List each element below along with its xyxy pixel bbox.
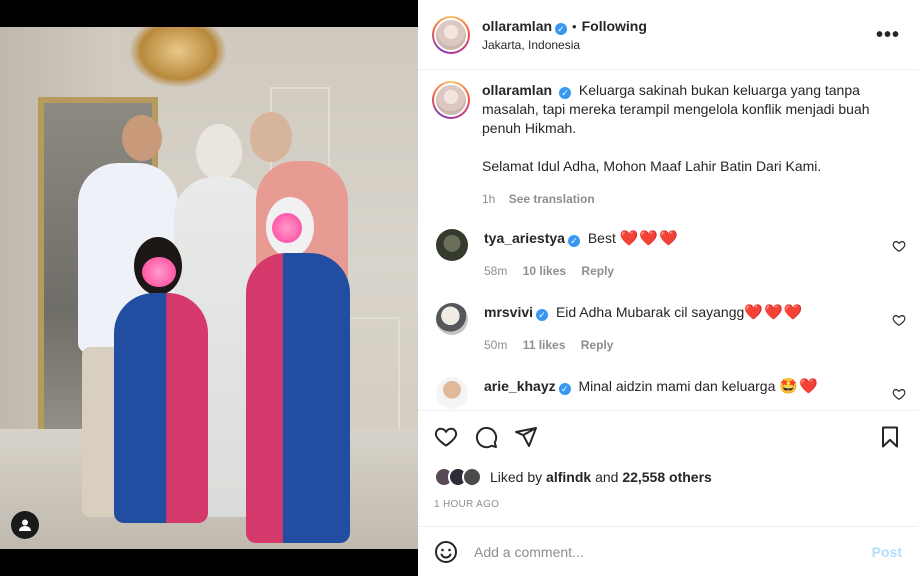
post-sidebar: ollaramlan ✓ • Following Jakarta, Indonesia… [418,0,918,576]
likes-count[interactable]: 22,558 others [622,469,712,485]
emoji-picker-icon[interactable] [434,540,458,564]
avatar [462,467,482,487]
comment-text: Best [587,230,616,246]
like-comment-heart-icon[interactable] [892,239,906,253]
comment-emoji: 🤩❤️ [779,378,819,395]
comment-username[interactable]: tya_ariestya [484,230,565,246]
post-comment-button[interactable]: Post [872,544,902,560]
post-header: ollaramlan ✓ • Following Jakarta, Indonesia… [418,0,918,70]
bookmark-save-icon[interactable] [878,425,902,449]
reply-button[interactable]: Reply [581,264,614,278]
person-daughter [114,293,208,523]
comment-likes[interactable]: 11 likes [523,338,566,352]
person-head [250,112,292,162]
reply-button[interactable]: Reply [581,338,614,352]
add-comment-bar: Post [418,526,918,576]
post-photo [0,27,418,549]
add-comment-input[interactable] [474,543,854,560]
likes-summary: Liked by alfindk and 22,558 others [434,467,712,487]
avatar[interactable] [432,81,470,119]
comment-text: Minal aidzin mami dan keluarga [578,378,776,394]
person-head [196,124,242,180]
separator-dot: • [572,18,577,34]
avatar[interactable] [436,303,468,335]
face-heart-sticker [272,213,302,243]
caption-username[interactable]: ollaramlan [482,82,552,98]
post-actions: Liked by alfindk and 22,558 others 1 HOU… [418,410,918,526]
verified-badge-icon: ✓ [536,309,549,321]
comment-username[interactable]: mrsvivi [484,304,533,320]
comment-item: tya_ariestya ✓ Best ❤️❤️❤️ 58m 10 likes R… [432,229,912,280]
like-comment-heart-icon[interactable] [892,387,906,401]
avatar[interactable] [432,15,470,54]
comment-item: mrsvivi ✓ Eid Adha Mubarak cil sayangg❤️❤… [432,303,912,354]
comment-time[interactable]: 50m [484,338,507,352]
comment-text: Eid Adha Mubarak cil sayangg [555,304,745,320]
verified-badge-icon: ✓ [567,235,580,247]
verified-badge-icon: ✓ [558,383,571,395]
more-options-icon[interactable]: ••• [876,24,900,47]
comment-bubble-icon[interactable] [474,425,498,449]
verified-badge-icon: ✓ [559,87,572,99]
face-heart-sticker [142,257,176,287]
liker-avatars[interactable] [434,467,482,487]
caption-time[interactable]: 1h [482,192,495,206]
person-head [122,115,162,161]
post-media[interactable] [0,0,418,576]
comment-username[interactable]: arie_khayz [484,378,556,394]
person-daughter [246,253,350,543]
comment-likes[interactable]: 10 likes [523,264,566,278]
post-timestamp[interactable]: 1 HOUR AGO [434,499,499,510]
avatar[interactable] [436,229,468,261]
liked-by-and: and [595,469,619,485]
photo-chandelier [130,27,226,87]
post-username[interactable]: ollaramlan [482,18,552,34]
comments-scroll-area[interactable]: ollaramlan ✓ Keluarga sakinah bukan kelua… [418,71,918,409]
caption-text-2: Selamat Idul Adha, Mohon Maaf Lahir Bati… [482,158,822,174]
following-button[interactable]: Following [582,18,647,34]
comment-item: arie_khayz ✓ Minal aidzin mami dan keluar… [432,377,912,409]
post-location[interactable]: Jakarta, Indonesia [482,38,647,52]
like-comment-heart-icon[interactable] [892,313,906,327]
comment-emoji: ❤️❤️❤️ [744,304,804,321]
share-send-icon[interactable] [514,425,538,449]
avatar[interactable] [436,377,468,409]
liked-by-user[interactable]: alfindk [546,469,591,485]
see-translation-button[interactable]: See translation [509,192,595,206]
verified-badge-icon: ✓ [555,22,568,35]
liked-by-prefix: Liked by [490,469,543,485]
comment-emoji: ❤️❤️❤️ [619,230,679,247]
like-heart-icon[interactable] [434,425,458,449]
tagged-user-icon[interactable] [11,511,39,539]
comment-time[interactable]: 58m [484,264,507,278]
post-caption: ollaramlan ✓ Keluarga sakinah bukan kelua… [432,81,912,209]
